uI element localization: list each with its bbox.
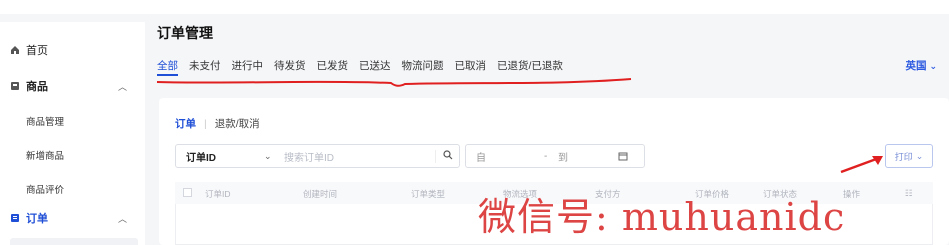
sidebar: 首页 商品 ︿ 商品管理 新增商品 商品评价 订单 ︿: [0, 22, 145, 245]
print-button[interactable]: 打印 ⌄: [885, 144, 933, 168]
sidebar-item-label: 首页: [26, 45, 48, 57]
chevron-down-icon[interactable]: ⌄: [264, 151, 278, 162]
sidebar-active-item[interactable]: [10, 238, 138, 245]
search-filter: 订单ID ⌄ 搜索订单ID: [175, 144, 460, 168]
sidebar-subitem-product-manage[interactable]: 商品管理: [26, 114, 64, 128]
col-actions: 操作: [843, 189, 861, 199]
sidebar-item-products[interactable]: 商品: [10, 78, 48, 94]
tab-all[interactable]: 全部: [157, 58, 178, 76]
annotation-arrow: [840, 156, 883, 174]
country-selector[interactable]: 英国 ⌄: [906, 58, 937, 73]
chevron-down-icon: ⌄: [915, 150, 924, 161]
search-icon[interactable]: [435, 149, 459, 163]
chevron-up-icon[interactable]: ︿: [118, 80, 127, 93]
col-created-time[interactable]: 创建时间: [303, 188, 337, 200]
sidebar-subitem-add-product[interactable]: 新增商品: [26, 148, 64, 162]
col-order-type[interactable]: 订单类型: [411, 188, 445, 200]
date-range-picker[interactable]: 自 - 到: [465, 144, 645, 168]
sidebar-item-home[interactable]: 首页: [10, 42, 48, 58]
date-separator: -: [544, 150, 548, 162]
tab-to-ship[interactable]: 待发货: [274, 58, 306, 76]
select-all-checkbox[interactable]: [183, 188, 192, 199]
divider: |: [204, 117, 207, 130]
chevron-down-icon: ⌄: [929, 61, 937, 71]
sidebar-item-orders[interactable]: 订单: [10, 210, 48, 226]
page-title: 订单管理: [157, 25, 213, 41]
order-status-tabs: 全部 未支付 进行中 待发货 已发货 已送达 物流问题 已取消 已退货/已退款: [157, 58, 574, 76]
subtab-orders[interactable]: 订单: [175, 116, 196, 131]
date-from[interactable]: 自: [466, 149, 544, 164]
date-to[interactable]: 到: [558, 149, 618, 164]
tab-cancelled[interactable]: 已取消: [455, 58, 487, 76]
calendar-icon[interactable]: [618, 151, 628, 161]
order-subtabs: 订单 | 退款/取消: [175, 116, 260, 131]
print-label: 打印: [894, 151, 913, 162]
sidebar-subitem-product-review[interactable]: 商品评价: [26, 182, 64, 196]
order-icon: [11, 214, 19, 222]
watermark-text: 微信号: muhuanidc: [478, 195, 846, 239]
top-bar: [0, 0, 949, 14]
tab-shipped[interactable]: 已发货: [317, 58, 349, 76]
sidebar-item-label: 订单: [26, 213, 48, 225]
annotation-underline: [156, 78, 632, 87]
country-label: 英国: [905, 60, 927, 72]
chevron-up-icon[interactable]: ︿: [118, 212, 127, 225]
subtab-refund-cancel[interactable]: 退款/取消: [215, 116, 260, 131]
tab-returned-refunded[interactable]: 已退货/已退款: [497, 58, 563, 76]
tab-delivered[interactable]: 已送达: [359, 58, 391, 76]
search-input[interactable]: 搜索订单ID: [278, 149, 435, 164]
columns-settings-icon[interactable]: ☷: [905, 188, 913, 199]
home-icon: [11, 46, 19, 54]
search-type-select[interactable]: 订单ID: [176, 149, 264, 164]
tab-unpaid[interactable]: 未支付: [189, 58, 221, 76]
product-icon: [11, 82, 19, 90]
tab-in-progress[interactable]: 进行中: [232, 58, 264, 76]
sidebar-item-label: 商品: [26, 81, 48, 93]
tab-logistics-issue[interactable]: 物流问题: [402, 58, 444, 76]
col-order-id: 订单ID: [205, 189, 231, 199]
